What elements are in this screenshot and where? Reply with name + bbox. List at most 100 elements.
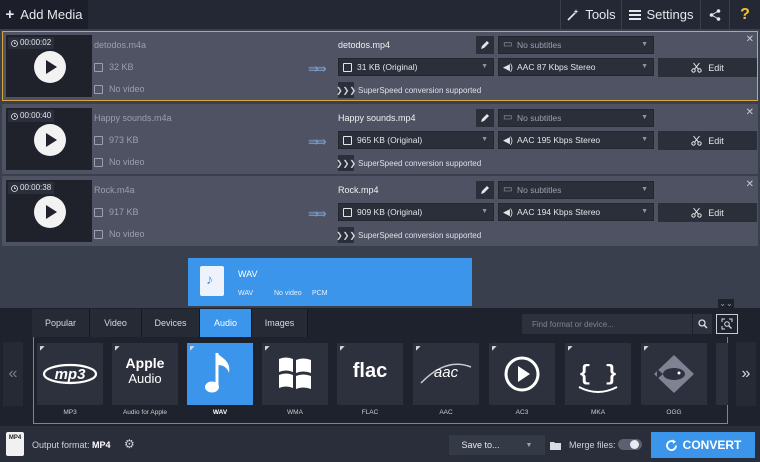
help-button[interactable]: ?	[730, 0, 760, 29]
subtitles-dropdown[interactable]: ▭ No subtitles ▼	[498, 181, 654, 199]
remove-file-button[interactable]: ✕	[746, 107, 754, 118]
source-video: No video	[94, 157, 145, 167]
chevron-down-icon: ▼	[481, 136, 488, 143]
duration-text: 00:00:40	[20, 111, 52, 120]
convert-button[interactable]: CONVERT	[651, 432, 755, 458]
file-icon	[94, 62, 103, 72]
format-tile-apple-audio[interactable]: ◤ Apple Audio	[112, 343, 178, 405]
edit-button[interactable]: Edit	[658, 58, 757, 77]
settings-button[interactable]: Settings	[622, 0, 700, 29]
corner-marker-icon: ◤	[644, 346, 649, 352]
mp3-logo-icon: mp3	[42, 363, 98, 385]
duration-badge: 00:00:40	[8, 110, 55, 122]
file-row[interactable]: ♪ 00:00:40 Happy sounds.m4a 973 KB No vi…	[2, 104, 758, 174]
source-video-text: No video	[109, 229, 145, 239]
file-icon	[343, 208, 352, 217]
file-row[interactable]: ♪ 00:00:02 detodos.m4a 32 KB No video ⇛⇛…	[2, 31, 758, 101]
remove-file-button[interactable]: ✕	[746, 179, 754, 190]
format-tile-mka[interactable]: ◤ { }	[565, 343, 631, 405]
edit-button[interactable]: Edit	[658, 203, 757, 222]
search-button[interactable]	[692, 314, 712, 334]
mka-braces-icon: { }	[578, 362, 618, 393]
rename-button[interactable]	[476, 36, 494, 54]
rename-button[interactable]	[476, 109, 494, 127]
tab-video[interactable]: Video	[90, 309, 142, 337]
chevron-down-icon: ▼	[641, 208, 648, 215]
tab-audio[interactable]: Audio	[200, 309, 252, 337]
scroll-right-button[interactable]: »	[736, 342, 756, 406]
remove-file-button[interactable]: ✕	[746, 34, 754, 45]
source-size: 32 KB	[94, 62, 134, 72]
add-media-button[interactable]: + Add Media	[0, 0, 88, 29]
format-video: No video	[274, 290, 302, 297]
file-row[interactable]: ♪ 00:00:38 Rock.m4a 917 KB No video ⇛⇛ R…	[2, 176, 758, 246]
format-tile-wav[interactable]: ◤	[187, 343, 253, 405]
format-tile-ogg[interactable]: ◤	[641, 343, 707, 405]
corner-marker-icon: ◤	[492, 346, 497, 352]
audio-track-dropdown[interactable]: ◀) AAC 194 Kbps Stereo ▼	[498, 203, 654, 221]
audio-track-dropdown[interactable]: ◀) AAC 195 Kbps Stereo ▼	[498, 131, 654, 149]
play-button[interactable]	[34, 196, 66, 228]
detect-device-button[interactable]	[716, 314, 738, 334]
scroll-left-button[interactable]: «	[3, 342, 23, 406]
output-settings-gear-icon[interactable]: ⚙	[124, 437, 135, 451]
tab-devices[interactable]: Devices	[142, 309, 200, 337]
output-size-dropdown[interactable]: 31 KB (Original) ▼	[338, 58, 494, 76]
chevron-down-icon: ▼	[641, 63, 648, 70]
selected-format-popup[interactable]: WAV WAV No video PCM	[188, 258, 472, 306]
duration-text: 00:00:02	[20, 38, 52, 47]
share-button[interactable]	[701, 0, 729, 29]
file-icon	[94, 135, 103, 145]
output-format-label: Output format:	[32, 440, 90, 450]
output-format[interactable]: Output format: MP4	[32, 440, 111, 450]
chevron-down-icon: ▼	[641, 114, 648, 121]
rename-button[interactable]	[476, 181, 494, 199]
file-thumbnail: ♪ 00:00:38	[6, 180, 92, 242]
format-label: AC3	[515, 409, 529, 416]
format-tile-mp3[interactable]: ◤ mp3	[37, 343, 103, 405]
output-size-dropdown[interactable]: 909 KB (Original) ▼	[338, 203, 494, 221]
scissors-icon	[691, 207, 702, 218]
subtitles-dropdown[interactable]: ▭ No subtitles ▼	[498, 109, 654, 127]
format-search-input[interactable]: Find format or device...	[522, 314, 692, 334]
play-button[interactable]	[34, 124, 66, 156]
superspeed-icon: ❯❯❯	[336, 155, 356, 171]
collapse-panel-button[interactable]: ⌄⌄	[718, 299, 734, 309]
chevron-down-icon: ▼	[641, 41, 648, 48]
play-button[interactable]	[34, 51, 66, 83]
output-size-text: 965 KB (Original)	[357, 135, 423, 145]
chevron-down-icon: ▼	[641, 136, 648, 143]
apple-audio-icon: Apple Audio	[112, 356, 178, 387]
audio-track-dropdown[interactable]: ◀) AAC 87 Kbps Stereo ▼	[498, 58, 654, 76]
tab-images[interactable]: Images	[252, 309, 308, 337]
source-video-text: No video	[109, 157, 145, 167]
convert-arrow-icon: ⇛⇛	[308, 134, 327, 149]
svg-text:{ }: { }	[578, 362, 618, 387]
source-size: 917 KB	[94, 207, 139, 217]
subtitles-dropdown[interactable]: ▭ No subtitles ▼	[498, 36, 654, 54]
output-filename: Rock.mp4	[338, 185, 379, 195]
output-size-dropdown[interactable]: 965 KB (Original) ▼	[338, 131, 494, 149]
corner-marker-icon: ◤	[340, 346, 345, 352]
format-tile-partial[interactable]	[716, 343, 728, 405]
source-filename: Happy sounds.m4a	[94, 113, 172, 123]
audio-logo-text: Audio	[128, 371, 162, 386]
format-tile-flac[interactable]: ◤ flac	[337, 343, 403, 405]
tools-button[interactable]: Tools	[561, 0, 621, 29]
format-tile-ac3[interactable]: ◤	[489, 343, 555, 405]
clock-icon	[11, 39, 18, 47]
merge-files-toggle[interactable]	[618, 439, 642, 450]
tab-popular[interactable]: Popular	[32, 309, 90, 337]
duration-text: 00:00:38	[20, 183, 52, 192]
source-filename: detodos.m4a	[94, 40, 147, 50]
save-to-dropdown[interactable]: Save to... ▼	[449, 435, 545, 455]
chevron-down-icon: ▼	[481, 63, 488, 70]
refresh-icon	[665, 439, 677, 451]
file-thumbnail: ♪ 00:00:02	[6, 35, 92, 97]
format-tile-wma[interactable]: ◤	[262, 343, 328, 405]
format-tile-aac[interactable]: ◤ aac	[413, 343, 479, 405]
edit-button[interactable]: Edit	[658, 131, 757, 150]
superspeed-info: ❯❯❯ SuperSpeed conversion supported	[336, 155, 481, 171]
open-folder-button[interactable]	[548, 435, 562, 455]
superspeed-icon: ❯❯❯	[336, 227, 356, 243]
